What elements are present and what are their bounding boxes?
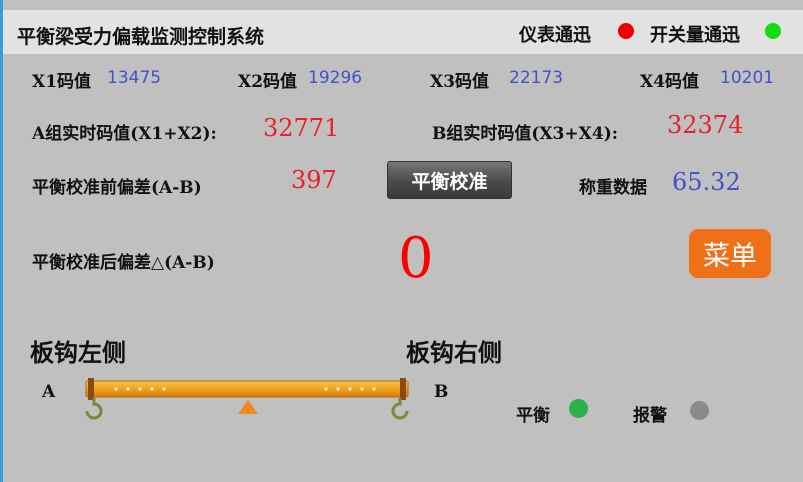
x1-code-label: X1码值 [32,72,92,92]
instrument-comm-indicator-icon [618,23,634,39]
alarm-indicator-icon [690,401,709,420]
menu-button[interactable]: 菜单 [689,229,771,278]
x2-code-label: X2码值 [238,72,298,92]
hook-right-title: 板钩右侧 [406,338,502,367]
app-title: 平衡梁受力偏载监测控制系统 [17,26,265,48]
weigh-data-label: 称重数据 [579,178,647,198]
group-a-value: 32771 [263,114,340,142]
x1-code-value: 13475 [107,68,162,88]
before-cal-deviation-value: 397 [291,166,337,194]
after-cal-deviation-label: 平衡校准后偏差△(A-B) [32,253,215,273]
hook-left-title: 板钩左侧 [30,338,126,367]
title-bar: 平衡梁受力偏载监测控制系统 仪表通迅 开关量通迅 [3,10,803,54]
x2-code-value: 19296 [308,68,363,88]
group-a-label: A组实时码值(X1+X2): [32,124,217,144]
weigh-data-value: 65.32 [672,168,741,196]
after-cal-deviation-value: 0 [398,226,434,291]
before-cal-deviation-label: 平衡校准前偏差(A-B) [32,178,202,198]
switch-comm-label: 开关量通迅 [650,25,740,46]
hook-right-mark: B [434,382,449,402]
group-b-label: B组实时码值(X3+X4): [432,124,619,144]
balance-calibrate-button[interactable]: 平衡校准 [387,161,512,199]
x4-code-label: X4码值 [640,72,700,92]
balance-beam-icon [85,378,409,420]
balance-indicator-icon [569,399,588,418]
hook-left-mark: A [42,382,56,402]
instrument-comm-label: 仪表通迅 [519,25,591,46]
alarm-label: 报警 [633,406,667,426]
x3-code-value: 22173 [509,68,564,88]
x4-code-value: 10201 [720,68,775,88]
balance-label: 平衡 [516,406,550,426]
group-b-value: 32374 [667,111,744,139]
x3-code-label: X3码值 [430,72,490,92]
switch-comm-indicator-icon [765,23,781,39]
window-left-edge [0,0,3,482]
